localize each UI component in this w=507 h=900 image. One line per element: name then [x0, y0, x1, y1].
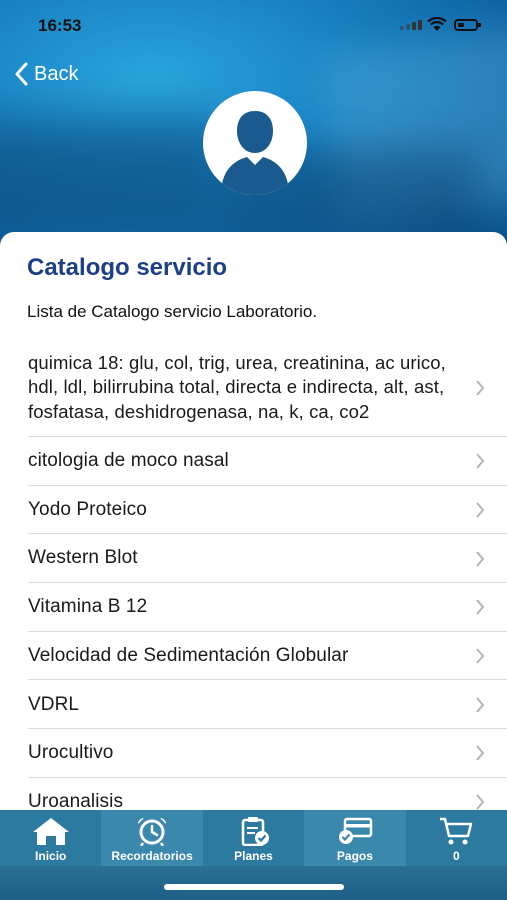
cart-count: 0 [452, 849, 460, 863]
alarm-clock-icon [138, 818, 167, 846]
tab-recordatorios[interactable]: Recordatorios [101, 810, 203, 866]
service-list-item[interactable]: VDRL [0, 680, 507, 730]
chevron-right-icon [476, 379, 485, 396]
page-subtitle: Lista de Catalogo servicio Laboratorio. [27, 302, 318, 321]
chevron-right-icon [476, 502, 485, 518]
service-list-item[interactable]: Velocidad de Sedimentación Globular [0, 632, 507, 681]
payment-card-icon [338, 817, 373, 844]
service-list-item[interactable]: Vitamina B 12 [0, 583, 507, 632]
tab-label: Planes [234, 849, 273, 863]
chevron-right-icon [476, 599, 485, 616]
back-label: Back [34, 62, 79, 85]
user-avatar [203, 91, 307, 195]
tab-label: Inicio [35, 849, 67, 863]
chevron-right-icon [476, 453, 485, 469]
service-label: quimica 18: glu, col, trig, urea, creati… [28, 351, 446, 422]
chevron-right-icon [476, 697, 485, 713]
service-label: citologia de moco nasal [28, 450, 229, 472]
service-list-item[interactable]: Yodo Proteico [0, 486, 507, 535]
home-indicator-area [0, 866, 507, 900]
chevron-left-icon [15, 62, 28, 86]
tab-bar: Inicio Recordatorios Planes Pagos 0 [0, 810, 507, 866]
service-list-item[interactable]: quimica 18: glu, col, trig, urea, creati… [0, 338, 507, 437]
status-bar: 16:53 [0, 0, 507, 50]
chevron-right-icon [476, 551, 485, 567]
status-time: 16:53 [38, 16, 82, 35]
service-label: Velocidad de Sedimentación Globular [28, 644, 349, 666]
wifi-icon [427, 17, 447, 31]
signal-icon [400, 20, 422, 30]
chevron-right-icon [476, 794, 485, 810]
service-list-item[interactable]: Western Blot [0, 534, 507, 584]
battery-icon [454, 19, 481, 31]
clipboard-check-icon [241, 817, 269, 846]
page-title: Catalogo servicio [27, 254, 228, 281]
tab-inicio[interactable]: Inicio [0, 810, 101, 866]
catalog-card: Catalogo servicio Lista de Catalogo serv… [0, 232, 507, 822]
service-label: Vitamina B 12 [28, 596, 148, 618]
service-label: Yodo Proteico [28, 498, 147, 520]
home-icon [32, 818, 69, 845]
tab-label: Pagos [336, 849, 373, 863]
tab-pagos[interactable]: Pagos [304, 810, 406, 866]
service-list: quimica 18: glu, col, trig, urea, creati… [0, 338, 507, 822]
service-label: Western Blot [28, 547, 138, 569]
home-indicator[interactable] [164, 884, 344, 890]
service-list-item[interactable]: Urocultivo [0, 729, 507, 778]
service-label: Urocultivo [28, 742, 114, 764]
tab-planes[interactable]: Planes [203, 810, 304, 866]
tab-label: Recordatorios [111, 849, 193, 863]
cart-icon [440, 817, 473, 845]
chevron-right-icon [476, 745, 485, 762]
service-list-item[interactable]: citologia de moco nasal [0, 437, 507, 486]
tab-cart[interactable]: 0 [406, 810, 507, 866]
user-silhouette-icon [221, 111, 289, 195]
service-label: VDRL [28, 693, 80, 715]
back-button[interactable]: Back [14, 62, 78, 86]
chevron-right-icon [476, 648, 485, 664]
